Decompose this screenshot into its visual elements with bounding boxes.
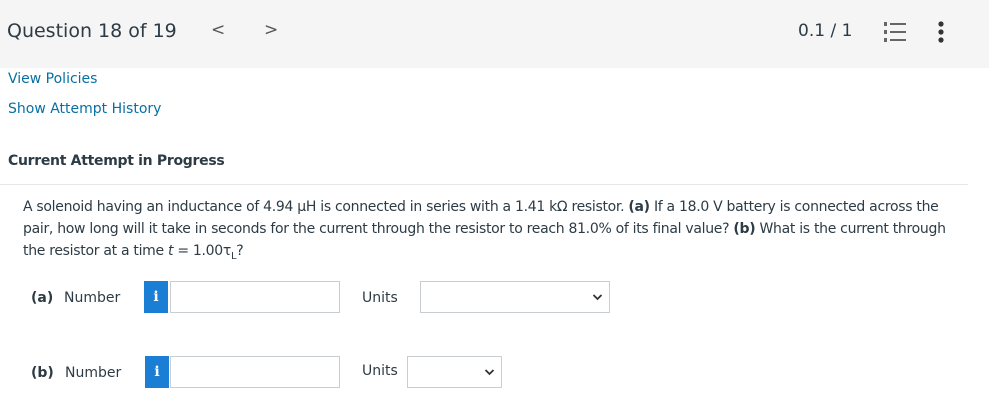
answer-b-number-input[interactable] xyxy=(170,356,340,388)
chevron-down-icon xyxy=(592,294,603,301)
more-vertical-icon[interactable] xyxy=(938,21,944,43)
view-policies-link[interactable]: View Policies xyxy=(8,71,97,87)
question-header-bar: Question 18 of 19 < > 0.1 / 1 xyxy=(0,0,989,68)
answer-a-info-button[interactable]: i xyxy=(144,281,168,313)
answer-b-info-button[interactable]: i xyxy=(145,356,169,388)
divider xyxy=(0,184,968,185)
answer-b-units-select[interactable] xyxy=(407,356,502,388)
list-numbered-icon[interactable] xyxy=(884,22,906,42)
show-attempt-history-link[interactable]: Show Attempt History xyxy=(8,101,161,117)
next-question-button[interactable]: > xyxy=(264,20,278,40)
time-variable: t xyxy=(167,243,174,259)
previous-question-button[interactable]: < xyxy=(211,20,225,40)
answer-a-units-select[interactable] xyxy=(420,281,610,313)
part-b-prompt-value: = 1.00τ xyxy=(177,243,232,259)
part-a-marker: (a) xyxy=(628,199,650,215)
question-text: A solenoid having an inductance of 4.94 … xyxy=(23,196,958,268)
answer-b-label: Number xyxy=(65,365,122,381)
question-score: 0.1 / 1 xyxy=(798,21,853,41)
part-b-marker: (b) xyxy=(733,221,756,237)
answer-a-part: (a) xyxy=(31,290,54,306)
answer-a-number-input[interactable] xyxy=(170,281,340,313)
question-counter: Question 18 of 19 xyxy=(7,20,177,42)
chevron-down-icon xyxy=(484,369,495,376)
part-b-prompt-end: ? xyxy=(236,243,244,259)
attempt-status-heading: Current Attempt in Progress xyxy=(8,153,225,169)
answer-b-part: (b) xyxy=(31,365,54,381)
answer-a-units-label: Units xyxy=(362,290,398,306)
answer-b-units-label: Units xyxy=(362,363,398,379)
answer-a-label: Number xyxy=(64,290,121,306)
question-intro: A solenoid having an inductance of 4.94 … xyxy=(23,199,625,215)
